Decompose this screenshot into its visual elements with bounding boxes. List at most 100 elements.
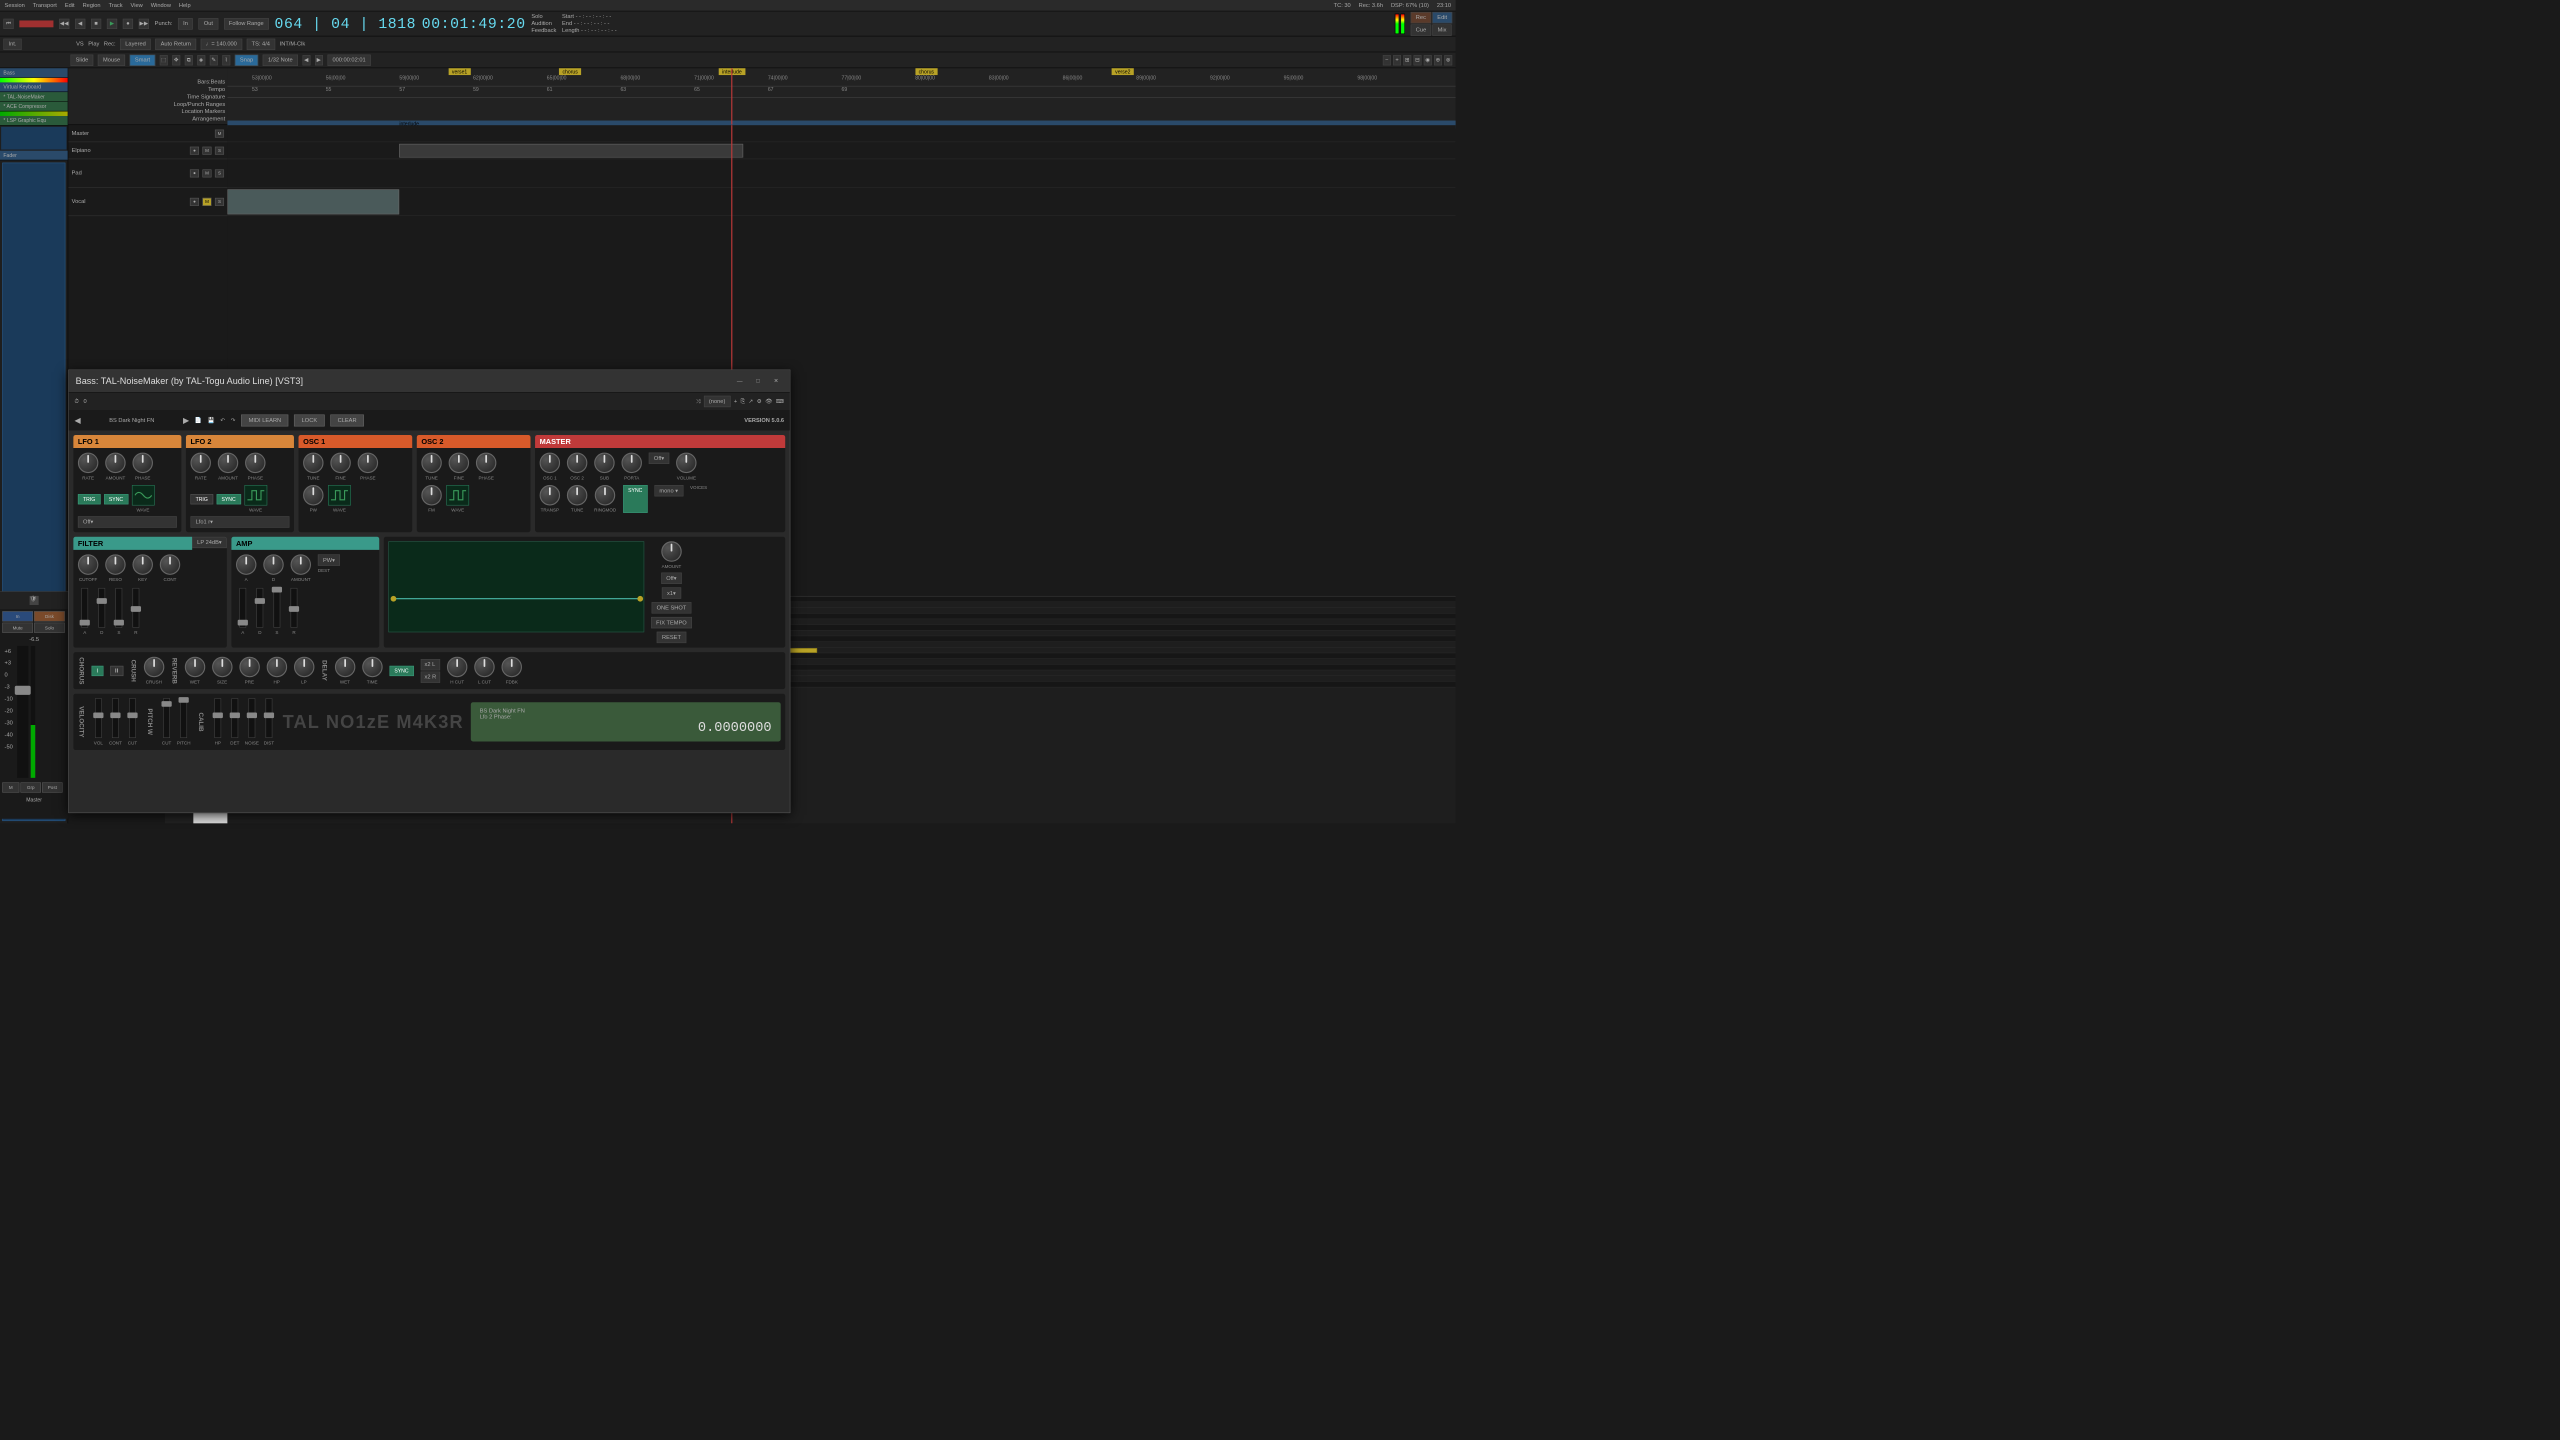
view-5[interactable]: ⊗ [1444,55,1452,65]
rec-arm[interactable]: ● [190,146,199,154]
reverb-pre[interactable] [239,657,259,677]
marker-verse1[interactable]: verse1 [449,68,471,75]
delay-wet[interactable] [335,657,355,677]
undo-icon[interactable]: ↶ [220,417,225,423]
view-3[interactable]: ◉ [1424,55,1432,65]
master-tune[interactable] [567,485,587,505]
lfo1-rate[interactable] [78,453,98,473]
fader-handle[interactable] [15,686,31,695]
tool-3[interactable]: ⧉ [185,55,193,65]
master-ringmod[interactable] [595,485,615,505]
follow-range[interactable]: Follow Range [224,18,269,29]
disk-button[interactable]: Disk [34,611,65,621]
osc1-phase[interactable] [358,453,378,473]
mute-button[interactable]: M [215,129,224,137]
goto-start-button[interactable]: ⏮ [3,18,13,28]
lp-noisemaker[interactable]: * TAL-NoiseMaker [0,92,68,102]
solo-button[interactable]: S [215,198,224,206]
rec-mode-select[interactable]: Layered [120,38,151,49]
pw-cut[interactable] [163,698,170,738]
minimize-button[interactable]: — [733,374,747,388]
amp-amount[interactable] [291,554,311,574]
record-button[interactable]: ● [123,18,133,28]
marker-verse2[interactable]: verse2 [1112,68,1134,75]
plugin-titlebar[interactable]: Bass: TAL-NoiseMaker (by TAL-Togu Audio … [69,370,790,393]
export-icon[interactable]: ↗ [749,398,754,404]
nudge-left[interactable]: ◀ [302,55,310,65]
amp-r[interactable] [291,588,298,628]
env-amount[interactable] [661,541,681,561]
calib-det[interactable] [231,698,238,738]
menu-track[interactable]: Track [109,2,123,8]
filter-s[interactable] [115,588,122,628]
disk-icon[interactable]: 💾 [208,417,215,423]
master-off[interactable]: Off ▾ [649,453,670,464]
autoreturn-select[interactable]: Auto Return [155,38,196,49]
filter-type[interactable]: LP 24dB ▾ [192,537,227,548]
fader-track[interactable] [17,646,28,778]
post-btn[interactable]: Post [42,782,62,792]
track-pad[interactable]: Pad ● M S [68,159,227,187]
smart-tool[interactable]: Smart [130,54,155,65]
file-icon[interactable]: 📄 [195,417,202,423]
filter-d[interactable] [98,588,105,628]
menu-window[interactable]: Window [151,2,171,8]
redo-icon[interactable]: ↷ [231,417,236,423]
amp-a-knob[interactable] [236,554,256,574]
fixtempo-button[interactable]: FIX TEMPO [651,617,692,628]
position-bars[interactable]: 064 | 04 | 1818 [275,15,417,32]
lfo1-sync[interactable]: SYNC [104,494,128,504]
env-speed[interactable]: x1 ▾ [662,587,681,598]
bars-ruler[interactable]: 535557 596163 656769 [227,86,1455,97]
rec-arm[interactable]: ● [190,198,199,206]
add-icon[interactable]: + [734,398,737,404]
track-elpiano[interactable]: Elpiano ● M S [68,142,227,159]
osc2-phase[interactable] [476,453,496,473]
filter-reso[interactable] [105,554,125,574]
maximize-button[interactable]: □ [751,374,765,388]
delay-hcut[interactable] [447,657,467,677]
view-4[interactable]: ⊕ [1434,55,1442,65]
lp-bass[interactable]: Bass [0,68,68,78]
calib-dist[interactable] [266,698,273,738]
zoom-2[interactable]: + [1393,55,1401,65]
mouse-mode[interactable]: Mouse [98,54,125,65]
lfo1-wave[interactable] [132,485,155,505]
master-volume[interactable] [676,453,696,473]
lfo2-trig[interactable]: TRIG [190,494,212,504]
calib-noise[interactable] [248,698,255,738]
lp-compressor[interactable]: * ACE Compressor [0,102,68,112]
sync-int[interactable]: Int. [3,38,21,49]
osc1-pw[interactable] [303,485,323,505]
reverb-size[interactable] [212,657,232,677]
menu-region[interactable]: Region [83,2,101,8]
lp-fader[interactable]: Fader [0,151,68,161]
osc2-fine[interactable] [449,453,469,473]
stop-button[interactable]: ■ [91,18,101,28]
view-1[interactable]: ⊞ [1403,55,1411,65]
delay-lcut[interactable] [474,657,494,677]
solo-btn[interactable]: Solo [34,623,65,633]
lfo1-amount[interactable] [105,453,125,473]
filter-cont[interactable] [160,554,180,574]
tempo[interactable]: ♩= 140.000 [201,38,242,49]
grp-btn[interactable]: Grp [20,782,40,792]
fwd-button[interactable]: ▶▶ [139,18,149,28]
amp-dest[interactable]: PW ▾ [318,554,340,565]
vel-vol[interactable] [95,698,102,738]
zoom-1[interactable]: − [1383,55,1391,65]
chorus-ii[interactable]: II [110,666,123,676]
m-btn[interactable]: M [2,782,19,792]
timesig[interactable]: TS: 4/4 [247,38,276,49]
menu-edit[interactable]: Edit [65,2,75,8]
preset-name[interactable]: BS Dark Night FN [86,417,177,423]
close-button[interactable]: ✕ [769,374,783,388]
delay-x2l[interactable]: x2 L [421,659,441,670]
ruler[interactable]: verse1 chorus interlude chorus verse2 53… [227,68,1455,124]
reverb-lp[interactable] [294,657,314,677]
mix-button[interactable]: Mix [1432,24,1451,35]
delay-sync[interactable]: SYNC [389,666,413,676]
reset-button[interactable]: RESET [657,632,686,643]
env-dest[interactable]: Off ▾ [661,573,682,584]
menu-help[interactable]: Help [179,2,191,8]
